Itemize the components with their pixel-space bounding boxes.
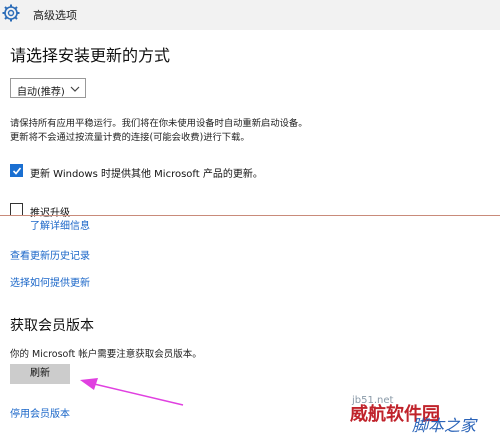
chevron-down-icon	[69, 83, 81, 95]
gear-icon[interactable]	[2, 4, 20, 22]
divider-line	[0, 215, 500, 216]
window-title: 高级选项	[33, 9, 77, 22]
update-method-heading: 请选择安装更新的方式	[10, 46, 171, 65]
delivery-options-link[interactable]: 选择如何提供更新	[10, 274, 90, 289]
update-history-link[interactable]: 查看更新历史记录	[10, 247, 90, 262]
stop-insider-link[interactable]: 停用会员版本	[10, 405, 70, 420]
update-method-select[interactable]: 自动(推荐)	[10, 78, 86, 98]
select-value: 自动(推荐)	[17, 87, 65, 98]
other-products-checkbox[interactable]	[10, 164, 23, 177]
refresh-button[interactable]: 刷新	[10, 364, 70, 384]
insider-description: 你的 Microsoft 帐户需要注意获取会员版本。	[10, 349, 202, 360]
update-method-description: 请保持所有应用平稳运行。我们将在你未使用设备时自动重新启动设备。更新将不会通过按…	[10, 118, 308, 143]
learn-more-link[interactable]: 了解详细信息	[30, 217, 90, 232]
insider-heading: 获取会员版本	[10, 318, 94, 334]
annotation-arrow-icon	[80, 378, 184, 406]
checkmark-icon	[12, 167, 22, 175]
watermark-sub: 脚本之家	[412, 416, 477, 435]
other-products-label: 更新 Windows 时提供其他 Microsoft 产品的更新。	[30, 169, 263, 180]
